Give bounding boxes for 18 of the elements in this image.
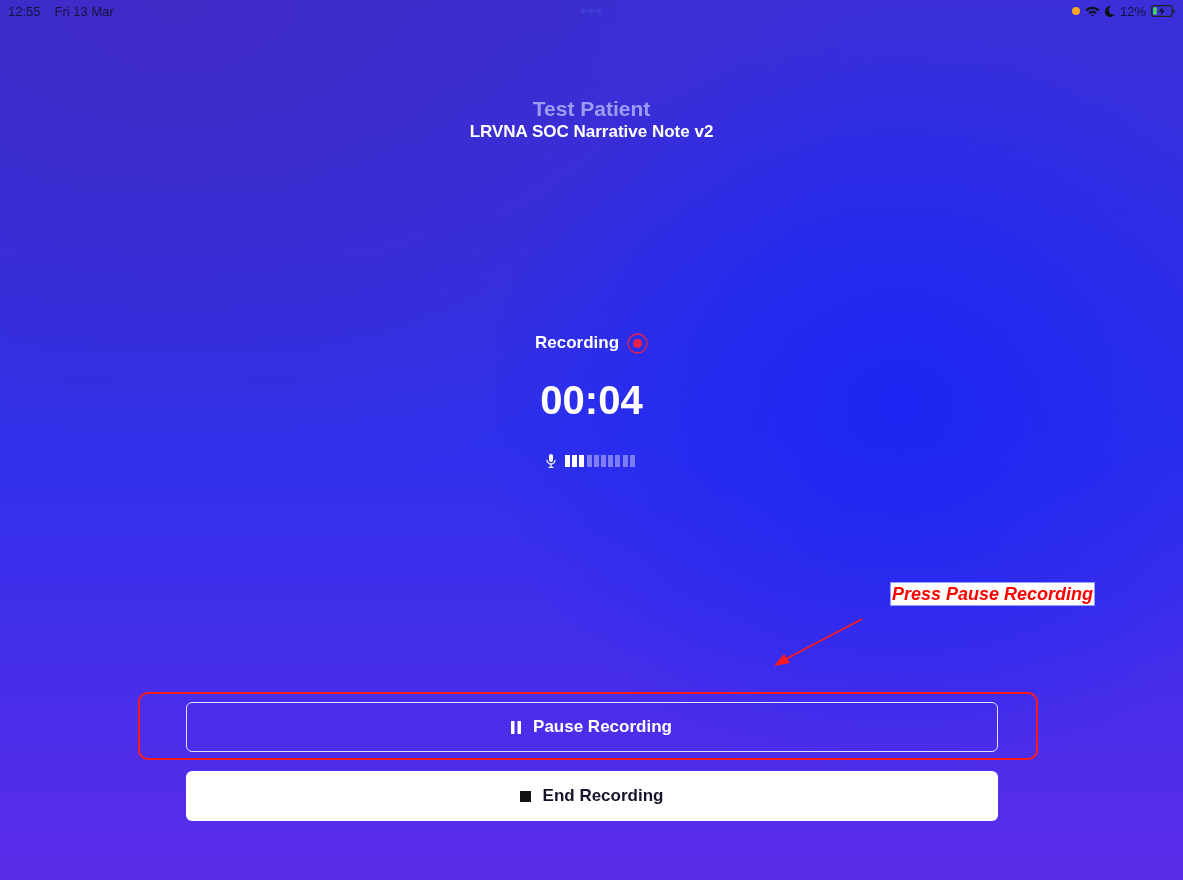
recording-timer: 00:04 xyxy=(540,377,643,424)
clock-time: 12:55 xyxy=(8,3,41,19)
battery-percentage: 12% xyxy=(1119,3,1146,19)
battery-charging-icon xyxy=(1151,5,1175,17)
note-title: LRVNA SOC Narrative Note v2 xyxy=(469,121,714,143)
pause-icon xyxy=(511,720,522,734)
wifi-icon xyxy=(1084,5,1100,17)
pause-recording-button[interactable]: Pause Recording xyxy=(185,702,998,752)
date-text: Fri 13 Mar xyxy=(54,3,114,19)
stop-icon xyxy=(519,790,531,802)
moon-icon xyxy=(1104,5,1115,17)
microphone-icon xyxy=(546,454,556,468)
indicator-dot-icon xyxy=(1071,7,1080,15)
end-recording-button[interactable]: End Recording xyxy=(185,771,998,821)
patient-name: Test Patient xyxy=(532,97,651,121)
recording-status: Recording xyxy=(534,333,620,353)
instruction-callout: Press Pause Recording xyxy=(890,582,1096,606)
record-dot-icon xyxy=(627,332,649,354)
